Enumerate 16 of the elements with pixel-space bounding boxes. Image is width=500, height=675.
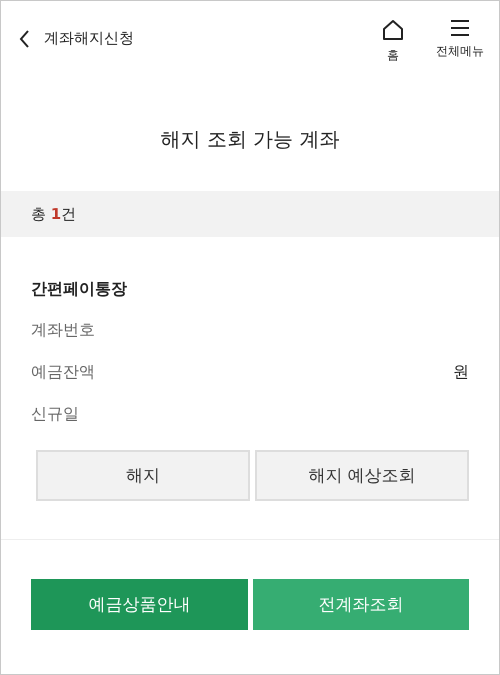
- action-button[interactable]: 해지 예상조회: [255, 450, 469, 501]
- home-icon: [382, 19, 404, 41]
- field-label: 신규일: [31, 404, 79, 425]
- nav-button[interactable]: 홈: [367, 19, 419, 64]
- header-title: 계좌해지신청: [44, 29, 134, 48]
- count-text: 총 1건: [31, 204, 76, 224]
- field-value: 원: [453, 362, 469, 383]
- field-label: 계좌번호: [31, 320, 95, 341]
- action-button[interactable]: 해지: [36, 450, 250, 501]
- field-label: 예금잔액: [31, 362, 95, 383]
- page-title: 해지 조회 가능 계좌: [159, 126, 341, 153]
- menu-icon: [450, 19, 470, 37]
- account-name: 간편페이통장: [31, 279, 128, 300]
- back-icon: [19, 30, 30, 48]
- footer-button[interactable]: 예금상품안내: [31, 579, 248, 630]
- nav-button[interactable]: 전체메뉴: [429, 19, 491, 64]
